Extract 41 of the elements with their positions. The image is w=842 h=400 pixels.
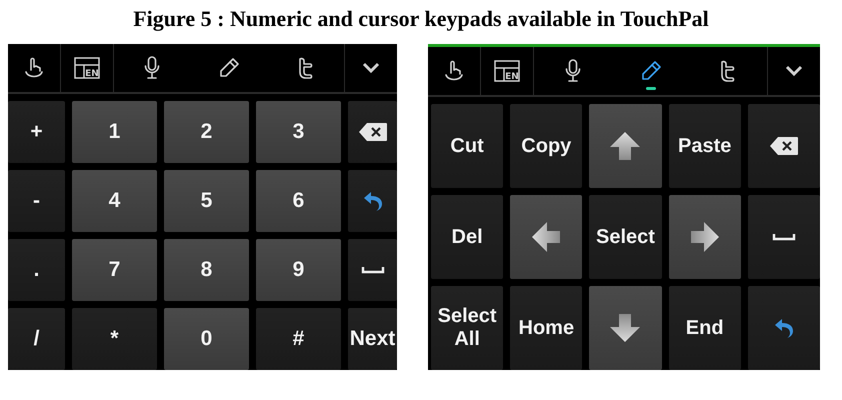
key-label[interactable]: Select All	[431, 305, 504, 351]
key-label[interactable]: Paste	[678, 134, 732, 158]
chevron-down-icon[interactable]	[785, 65, 804, 77]
backspace-icon[interactable]	[768, 136, 799, 156]
layout-icon[interactable]: EN	[74, 57, 100, 79]
key-label[interactable]: Del	[452, 226, 483, 248]
return-arrow-icon[interactable]	[362, 190, 382, 212]
key-label[interactable]: Select	[596, 226, 655, 248]
microphone-icon[interactable]	[564, 58, 582, 84]
microphone-icon[interactable]	[143, 55, 162, 81]
key-label[interactable]: 4	[108, 188, 120, 214]
layout-icon[interactable]: EN	[494, 60, 520, 82]
key-label[interactable]: .	[34, 258, 40, 282]
key-label[interactable]: Copy	[521, 134, 572, 158]
space-bar-icon[interactable]	[360, 266, 384, 274]
key-label[interactable]: 8	[200, 258, 212, 282]
key-label[interactable]: Home	[518, 316, 574, 340]
key-label[interactable]: 9	[292, 258, 304, 282]
key-label[interactable]: End	[686, 316, 724, 340]
key-label[interactable]: +	[30, 120, 43, 144]
key-label[interactable]: 2	[200, 120, 212, 144]
gesture-icon[interactable]	[443, 59, 465, 83]
key-label[interactable]: 6	[292, 188, 304, 214]
key-label[interactable]: -	[33, 188, 40, 214]
return-arrow-icon[interactable]	[774, 317, 794, 339]
key-label[interactable]: #	[292, 326, 304, 352]
key-label[interactable]: Next	[350, 326, 396, 352]
gesture-icon[interactable]	[23, 56, 45, 80]
pencil-icon[interactable]	[217, 56, 241, 80]
space-bar-icon[interactable]	[772, 233, 796, 241]
key-label[interactable]: 0	[200, 326, 212, 352]
key-label[interactable]: 1	[108, 120, 120, 144]
key-label[interactable]: /	[34, 326, 40, 352]
key-label[interactable]: 7	[108, 258, 120, 282]
key-label[interactable]: 3	[292, 120, 304, 144]
figure-caption: Figure 5 : Numeric and cursor keypads available in TouchPal	[132, 5, 710, 33]
chevron-down-icon[interactable]	[362, 62, 380, 74]
backspace-icon[interactable]	[358, 122, 388, 142]
key-label[interactable]: *	[110, 326, 119, 352]
key-label[interactable]: Cut	[450, 134, 484, 158]
key-label[interactable]: 5	[200, 188, 212, 214]
